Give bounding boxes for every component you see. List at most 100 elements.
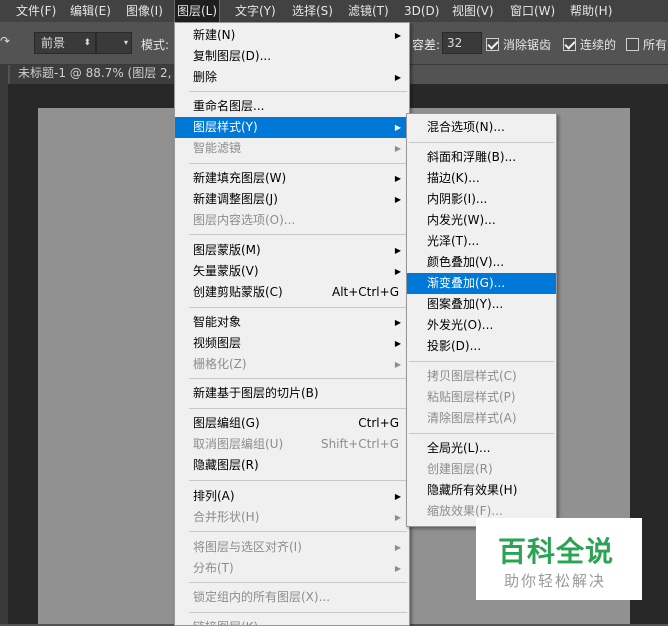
menu-type[interactable]: 文字(Y) xyxy=(233,0,278,22)
menu-item-align-to-selection[interactable]: 将图层与选区对齐(I) ▶ xyxy=(175,537,409,558)
submenu-arrow-icon: ▶ xyxy=(394,564,401,573)
menu-item-rename-layer[interactable]: 重命名图层... xyxy=(175,96,409,117)
menu-item-layer-style[interactable]: 图层样式(Y) ▶ xyxy=(175,117,409,138)
fill-source-value: 前景 xyxy=(41,36,66,50)
menu-select[interactable]: 选择(S) xyxy=(290,0,335,22)
menu-item-duplicate-layer[interactable]: 复制图层(D)... xyxy=(175,46,409,67)
watermark-title: 百科全说 xyxy=(498,535,615,568)
menu-item-create-layer[interactable]: 创建图层(R) xyxy=(407,459,556,480)
submenu-arrow-icon: ▶ xyxy=(394,123,401,132)
mode-label: 模式: xyxy=(141,38,170,52)
all-layers-label: 所有 xyxy=(643,38,668,52)
menu-item-combine-shapes[interactable]: 合并形状(H) ▶ xyxy=(175,507,409,528)
menu-item-distribute[interactable]: 分布(T) ▶ xyxy=(175,558,409,579)
menu-filter[interactable]: 滤镜(T) xyxy=(346,0,391,22)
shortcut-label: Ctrl+G xyxy=(358,416,399,430)
menu-image[interactable]: 图像(I) xyxy=(124,0,165,22)
tolerance-input[interactable]: 32 xyxy=(442,32,482,54)
menu-item-satin[interactable]: 光泽(T)... xyxy=(407,231,556,252)
tolerance-label: 容差: xyxy=(412,38,441,52)
menu-item-arrange[interactable]: 排列(A) ▶ xyxy=(175,486,409,507)
contiguous-label: 连续的 xyxy=(580,38,617,52)
menu-file[interactable]: 文件(F) xyxy=(14,0,58,22)
menu-separator xyxy=(409,433,554,434)
submenu-arrow-icon: ▶ xyxy=(394,543,401,552)
menu-separator xyxy=(189,582,407,583)
pattern-picker[interactable]: ▾ xyxy=(96,32,132,54)
menu-item-layer-mask[interactable]: 图层蒙版(M) ▶ xyxy=(175,240,409,261)
tools-panel-edge xyxy=(0,64,8,624)
menu-item-lock-all-layers-in-group[interactable]: 锁定组内的所有图层(X)... xyxy=(175,587,409,608)
menu-item-pattern-overlay[interactable]: 图案叠加(Y)... xyxy=(407,294,556,315)
menu-item-create-clipping-mask[interactable]: 创建剪贴蒙版(C) Alt+Ctrl+G xyxy=(175,282,409,303)
submenu-arrow-icon: ▶ xyxy=(394,73,401,82)
menu-layer[interactable]: 图层(L) xyxy=(173,0,221,23)
submenu-arrow-icon: ▶ xyxy=(394,360,401,369)
menu-item-drop-shadow[interactable]: 投影(D)... xyxy=(407,336,556,357)
fill-source-select[interactable]: 前景 ⬍ xyxy=(34,32,96,54)
submenu-arrow-icon: ▶ xyxy=(394,31,401,40)
menu-separator xyxy=(189,408,407,409)
contiguous-checkbox[interactable]: 连续的 xyxy=(563,36,616,53)
menu-item-delete[interactable]: 删除 ▶ xyxy=(175,67,409,88)
menu-item-global-light[interactable]: 全局光(L)... xyxy=(407,438,556,459)
antialias-label: 消除锯齿 xyxy=(503,38,552,52)
antialias-checkbox[interactable]: 消除锯齿 xyxy=(486,36,551,53)
checkbox-unchecked-icon xyxy=(626,38,639,51)
menu-item-video-layer[interactable]: 视频图层 ▶ xyxy=(175,333,409,354)
layer-menu: 新建(N) ▶ 复制图层(D)... 删除 ▶ 重命名图层... 图层样式(Y) ▶ … xyxy=(174,22,410,626)
menu-help[interactable]: 帮助(H) xyxy=(568,0,614,22)
select-arrow-icon: ⬍ xyxy=(83,38,91,48)
menu-item-color-overlay[interactable]: 颜色叠加(V)... xyxy=(407,252,556,273)
menu-item-smart-filter[interactable]: 智能滤镜 ▶ xyxy=(175,138,409,159)
shortcut-label: Alt+Ctrl+G xyxy=(331,285,399,299)
menu-separator xyxy=(189,480,407,481)
all-layers-checkbox[interactable]: 所有 xyxy=(626,36,667,53)
menu-item-copy-layer-style[interactable]: 拷贝图层样式(C) xyxy=(407,366,556,387)
menu-item-blending-options[interactable]: 混合选项(N)... xyxy=(407,117,556,138)
menu-item-hide-layers[interactable]: 隐藏图层(R) xyxy=(175,455,409,476)
tool-preset-icon[interactable]: ↷ xyxy=(0,34,10,48)
submenu-arrow-icon: ▶ xyxy=(394,246,401,255)
menu-item-inner-shadow[interactable]: 内阴影(I)... xyxy=(407,189,556,210)
menu-item-clear-layer-style[interactable]: 清除图层样式(A) xyxy=(407,408,556,429)
menu-item-vector-mask[interactable]: 矢量蒙版(V) ▶ xyxy=(175,261,409,282)
menu-item-bevel-emboss[interactable]: 斜面和浮雕(B)... xyxy=(407,147,556,168)
submenu-arrow-icon: ▶ xyxy=(394,339,401,348)
menu-item-outer-glow[interactable]: 外发光(O)... xyxy=(407,315,556,336)
menu-separator xyxy=(189,612,407,613)
submenu-arrow-icon: ▶ xyxy=(394,318,401,327)
menu-item-ungroup-layers[interactable]: 取消图层编组(U) Shift+Ctrl+G xyxy=(175,434,409,455)
checkbox-checked-icon xyxy=(563,38,576,51)
menu-3d[interactable]: 3D(D) xyxy=(402,0,441,22)
menu-item-new[interactable]: 新建(N) ▶ xyxy=(175,25,409,46)
submenu-arrow-icon: ▶ xyxy=(394,513,401,522)
submenu-arrow-icon: ▶ xyxy=(394,195,401,204)
menu-separator xyxy=(189,531,407,532)
menu-item-stroke[interactable]: 描边(K)... xyxy=(407,168,556,189)
menu-item-layer-content-options[interactable]: 图层内容选项(O)... xyxy=(175,210,409,231)
menu-item-inner-glow[interactable]: 内发光(W)... xyxy=(407,210,556,231)
menu-item-new-adjustment-layer[interactable]: 新建调整图层(J) ▶ xyxy=(175,189,409,210)
chevron-down-icon: ▾ xyxy=(123,38,128,47)
menu-window[interactable]: 窗口(W) xyxy=(508,0,557,22)
menu-item-new-layer-based-slice[interactable]: 新建基于图层的切片(B) xyxy=(175,383,409,404)
menu-item-smart-object[interactable]: 智能对象 ▶ xyxy=(175,312,409,333)
menu-separator xyxy=(189,378,407,379)
document-tab[interactable]: 未标题-1 @ 88.7% (图层 2, F xyxy=(10,62,191,84)
submenu-arrow-icon: ▶ xyxy=(394,267,401,276)
menu-item-rasterize[interactable]: 栅格化(Z) ▶ xyxy=(175,354,409,375)
menu-separator xyxy=(409,361,554,362)
menu-item-hide-all-effects[interactable]: 隐藏所有效果(H) xyxy=(407,480,556,501)
menu-separator xyxy=(189,91,407,92)
watermark-logo: 百科全说 助你轻松解决 xyxy=(476,518,642,600)
menu-item-gradient-overlay[interactable]: 渐变叠加(G)... xyxy=(407,273,556,294)
menu-item-paste-layer-style[interactable]: 粘贴图层样式(P) xyxy=(407,387,556,408)
layer-style-submenu: 混合选项(N)... 斜面和浮雕(B)... 描边(K)... 内阴影(I)..… xyxy=(406,113,557,527)
menu-item-group-layers[interactable]: 图层编组(G) Ctrl+G xyxy=(175,413,409,434)
menu-view[interactable]: 视图(V) xyxy=(450,0,496,22)
submenu-arrow-icon: ▶ xyxy=(394,144,401,153)
menu-item-new-fill-layer[interactable]: 新建填充图层(W) ▶ xyxy=(175,168,409,189)
menu-edit[interactable]: 编辑(E) xyxy=(68,0,113,22)
checkbox-checked-icon xyxy=(486,38,499,51)
